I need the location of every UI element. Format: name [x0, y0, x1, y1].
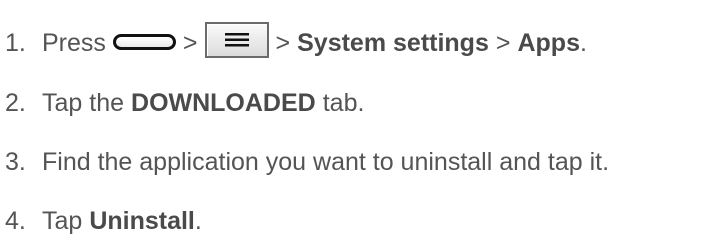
- step-4: 4. Tap Uninstall .: [5, 201, 202, 241]
- step-text: tab.: [322, 88, 365, 117]
- step-number: 1.: [5, 28, 26, 57]
- menu-key-icon: [204, 22, 269, 58]
- step-text: Find the application you want to uninsta…: [42, 147, 610, 176]
- downloaded-tab-label: DOWNLOADED: [131, 88, 316, 117]
- step-number: 2.: [5, 88, 26, 117]
- home-key-icon: [112, 34, 176, 50]
- step-2: 2. Tap the DOWNLOADED tab.: [5, 83, 364, 123]
- step-text: Tap: [42, 206, 83, 235]
- separator: >: [275, 28, 291, 57]
- step-text: Tap the: [42, 88, 125, 117]
- period: .: [579, 28, 587, 57]
- instruction-steps: 1. Press > > System settings > Apps . 2.…: [0, 0, 725, 250]
- step-number: 3.: [5, 147, 26, 176]
- press-text: Press: [42, 28, 106, 57]
- separator: >: [182, 28, 198, 57]
- uninstall-label: Uninstall: [89, 206, 195, 235]
- apps-label: Apps: [517, 28, 580, 57]
- system-settings-label: System settings: [297, 28, 489, 57]
- period: .: [194, 206, 202, 235]
- step-3: 3. Find the application you want to unin…: [5, 142, 609, 182]
- menu-lines-icon: [224, 33, 249, 47]
- step-1: 1. Press > > System settings > Apps .: [5, 22, 587, 63]
- separator: >: [495, 28, 511, 57]
- step-number: 4.: [5, 206, 26, 235]
